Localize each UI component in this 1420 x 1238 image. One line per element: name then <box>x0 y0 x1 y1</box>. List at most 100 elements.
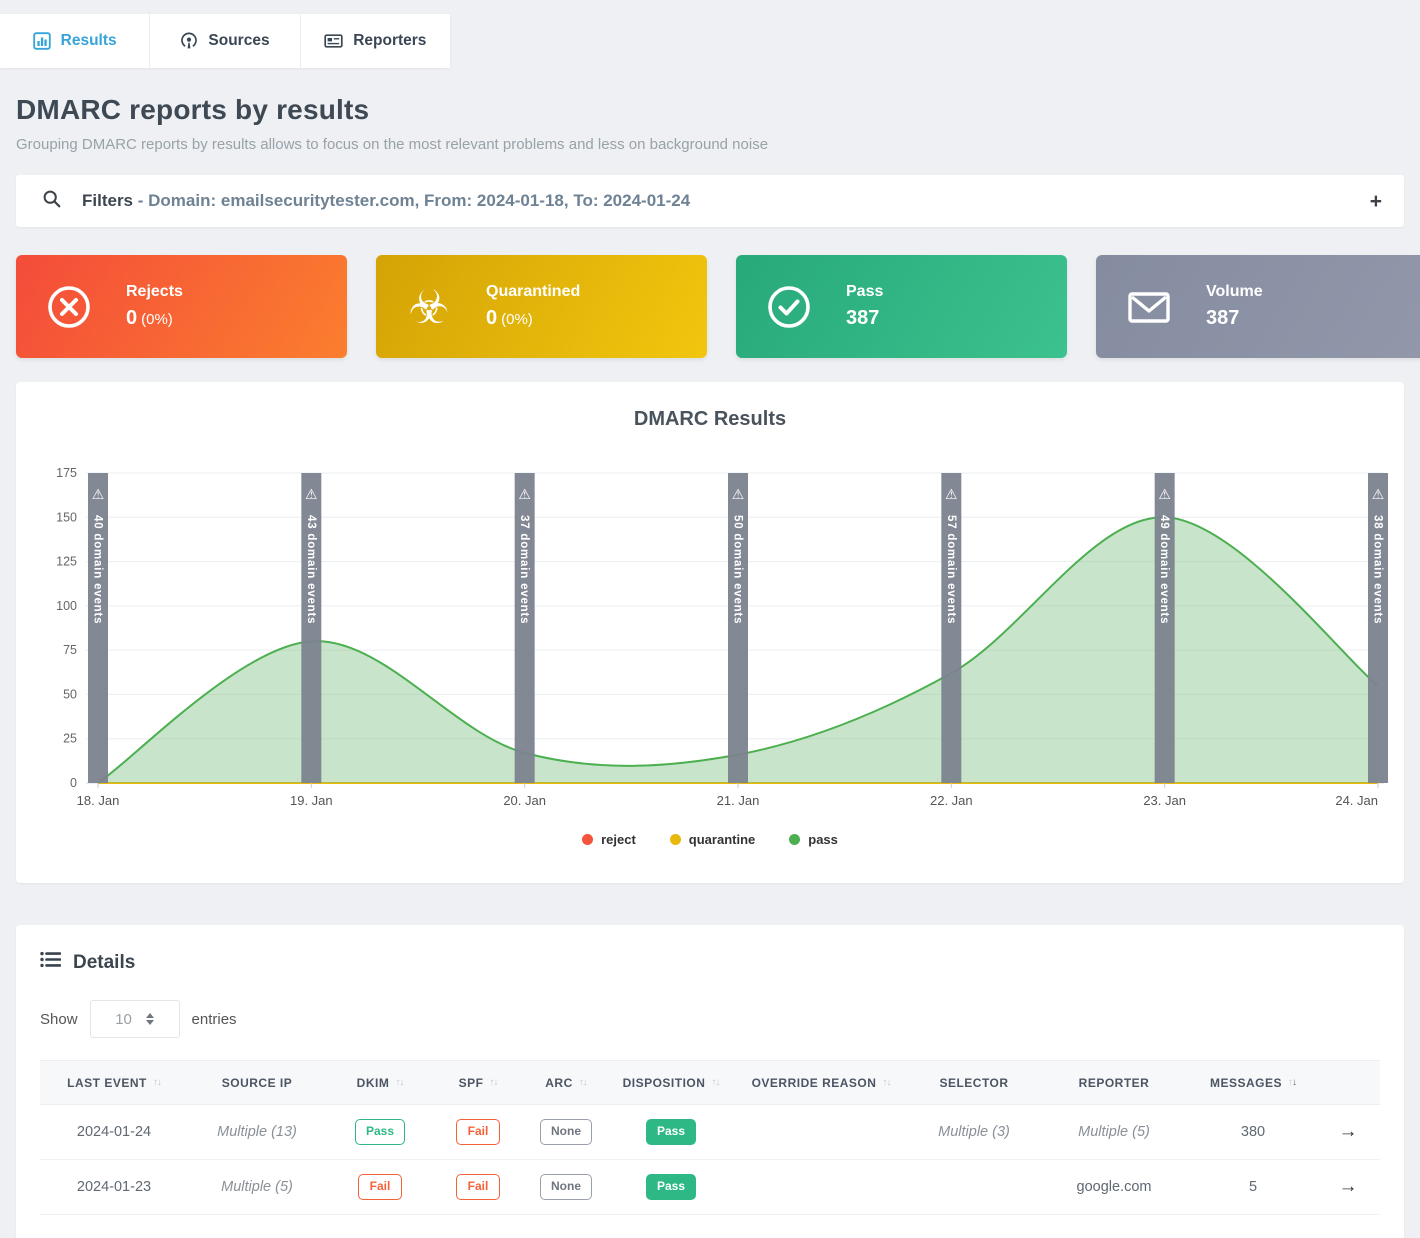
disposition-badge: Pass <box>646 1119 696 1144</box>
expand-filters-icon[interactable]: + <box>1370 191 1382 212</box>
stat-value: 387 <box>1206 307 1239 329</box>
cell-reporter: Multiple (5) <box>1038 1105 1190 1160</box>
filters-bar[interactable]: Filters - Domain: emailsecuritytester.co… <box>16 175 1404 227</box>
page-title: DMARC reports by results <box>16 94 1404 126</box>
stat-label: Pass <box>846 283 883 301</box>
legend-label: pass <box>808 832 838 847</box>
biohazard-icon: ☣ <box>400 284 458 330</box>
sort-icon[interactable]: ↑↓ <box>489 1077 497 1088</box>
cell-reporter: google.com <box>1038 1160 1190 1215</box>
stat-value: 0 <box>126 307 137 329</box>
tab-results-label: Results <box>61 32 117 50</box>
cell-override_reason <box>732 1105 910 1160</box>
column-label: LAST EVENT <box>67 1076 147 1090</box>
sort-icon[interactable]: ↑↓ <box>153 1077 161 1088</box>
cell-selector: Multiple (3) <box>910 1105 1038 1160</box>
svg-text:150: 150 <box>56 510 77 524</box>
details-title: Details <box>73 952 135 974</box>
sort-icon[interactable]: ↑↓ <box>579 1077 587 1088</box>
x-circle-icon <box>40 283 98 331</box>
arrow-right-icon[interactable]: → <box>1339 1176 1358 1197</box>
dmarc-results-chart: 0255075100125150175⚠40 domain events⚠43 … <box>32 459 1388 820</box>
reject-legend-dot-icon <box>582 834 593 845</box>
page-size-select[interactable]: 10 <box>90 1000 180 1038</box>
entries-label: entries <box>192 1011 237 1028</box>
tab-reporters[interactable]: Reporters <box>301 14 450 68</box>
check-circle-icon <box>760 283 818 331</box>
svg-text:75: 75 <box>63 643 77 657</box>
domain-events-label: 49 domain events <box>1158 515 1170 624</box>
arrow-right-icon[interactable]: → <box>1339 1121 1358 1142</box>
stat-label: Quarantined <box>486 283 580 301</box>
tab-sources[interactable]: Sources <box>150 14 300 68</box>
stat-card-volume: Volume 387 <box>1096 255 1420 358</box>
selector-value: Multiple (3) <box>938 1124 1010 1140</box>
warning-icon: ⚠ <box>1158 486 1171 502</box>
warning-icon: ⚠ <box>1372 486 1385 502</box>
tab-results[interactable]: Results <box>0 14 150 68</box>
cell-arc: None <box>522 1160 610 1215</box>
search-icon <box>42 189 62 214</box>
sort-icon[interactable]: ↑↓ <box>711 1077 719 1088</box>
column-header-spf[interactable]: SPF ↑↓ <box>434 1061 522 1105</box>
domain-events-label: 50 domain events <box>732 515 744 624</box>
column-header-last_event[interactable]: LAST EVENT ↑↓ <box>40 1061 188 1105</box>
sort-icon[interactable]: ↑↓ <box>1288 1077 1296 1088</box>
svg-text:25: 25 <box>63 732 77 746</box>
spf-badge: Fail <box>456 1119 500 1144</box>
warning-icon: ⚠ <box>305 486 318 502</box>
chart-title: DMARC Results <box>32 408 1388 431</box>
cell-dkim: Pass <box>326 1105 434 1160</box>
page-subtitle: Grouping DMARC reports by results allows… <box>16 136 1404 153</box>
column-label: SPF <box>459 1076 484 1090</box>
dmarc-results-card: DMARC Results 0255075100125150175⚠40 dom… <box>16 382 1404 883</box>
column-header-selector: SELECTOR <box>910 1061 1038 1105</box>
stat-value: 387 <box>846 307 879 329</box>
stat-label: Rejects <box>126 283 183 301</box>
details-card: Details Show 10 entries LAST EVENT↑↓SOUR… <box>16 925 1404 1238</box>
bar-chart-icon <box>33 32 51 50</box>
svg-text:125: 125 <box>56 555 77 569</box>
column-label: REPORTER <box>1079 1076 1150 1090</box>
legend-item-pass[interactable]: pass <box>789 832 838 847</box>
cell-disposition: Pass <box>610 1160 732 1215</box>
tab-reporters-label: Reporters <box>353 32 426 50</box>
reporter-value: google.com <box>1077 1179 1152 1195</box>
cell-action: → <box>1316 1105 1380 1160</box>
stat-percent: (0%) <box>141 311 173 328</box>
select-arrows-icon <box>146 1013 154 1025</box>
source_ip-value: Multiple (13) <box>217 1124 297 1140</box>
last_event-value: 2024-01-24 <box>77 1124 151 1140</box>
sort-icon[interactable]: ↑↓ <box>882 1077 890 1088</box>
cell-dkim: Fail <box>326 1160 434 1215</box>
sort-icon[interactable]: ↑↓ <box>395 1077 403 1088</box>
legend-item-reject[interactable]: reject <box>582 832 636 847</box>
svg-text:21. Jan: 21. Jan <box>717 793 760 808</box>
legend-label: reject <box>601 832 636 847</box>
domain-events-label: 40 domain events <box>92 515 104 624</box>
newspaper-icon <box>324 32 343 50</box>
domain-events-label: 57 domain events <box>945 515 957 624</box>
cell-selector <box>910 1160 1038 1215</box>
cell-spf: Fail <box>434 1105 522 1160</box>
svg-text:19. Jan: 19. Jan <box>290 793 333 808</box>
svg-text:50: 50 <box>63 687 77 701</box>
table-row: 2024-01-24Multiple (13)PassFailNonePassM… <box>40 1105 1380 1160</box>
warning-icon: ⚠ <box>945 486 958 502</box>
page-size-value: 10 <box>115 1011 132 1028</box>
table-row: 2024-01-23Multiple (5)FailFailNonePassgo… <box>40 1160 1380 1215</box>
column-header-messages[interactable]: MESSAGES↑↓ <box>1190 1061 1316 1105</box>
cell-spf: Fail <box>434 1160 522 1215</box>
arc-badge: None <box>540 1174 592 1199</box>
cell-source_ip: Multiple (13) <box>188 1105 326 1160</box>
column-label: OVERRIDE REASON <box>752 1076 877 1090</box>
quarantine-legend-dot-icon <box>670 834 681 845</box>
column-header-dkim[interactable]: DKIM↑↓ <box>326 1061 434 1105</box>
column-header-disposition[interactable]: DISPOSITION↑↓ <box>610 1061 732 1105</box>
svg-text:20. Jan: 20. Jan <box>503 793 546 808</box>
warning-icon: ⚠ <box>732 486 745 502</box>
column-header-override_reason[interactable]: OVERRIDE REASON ↑↓ <box>732 1061 910 1105</box>
svg-text:18. Jan: 18. Jan <box>77 793 120 808</box>
legend-item-quarantine[interactable]: quarantine <box>670 832 755 847</box>
column-header-arc[interactable]: ARC↑↓ <box>522 1061 610 1105</box>
